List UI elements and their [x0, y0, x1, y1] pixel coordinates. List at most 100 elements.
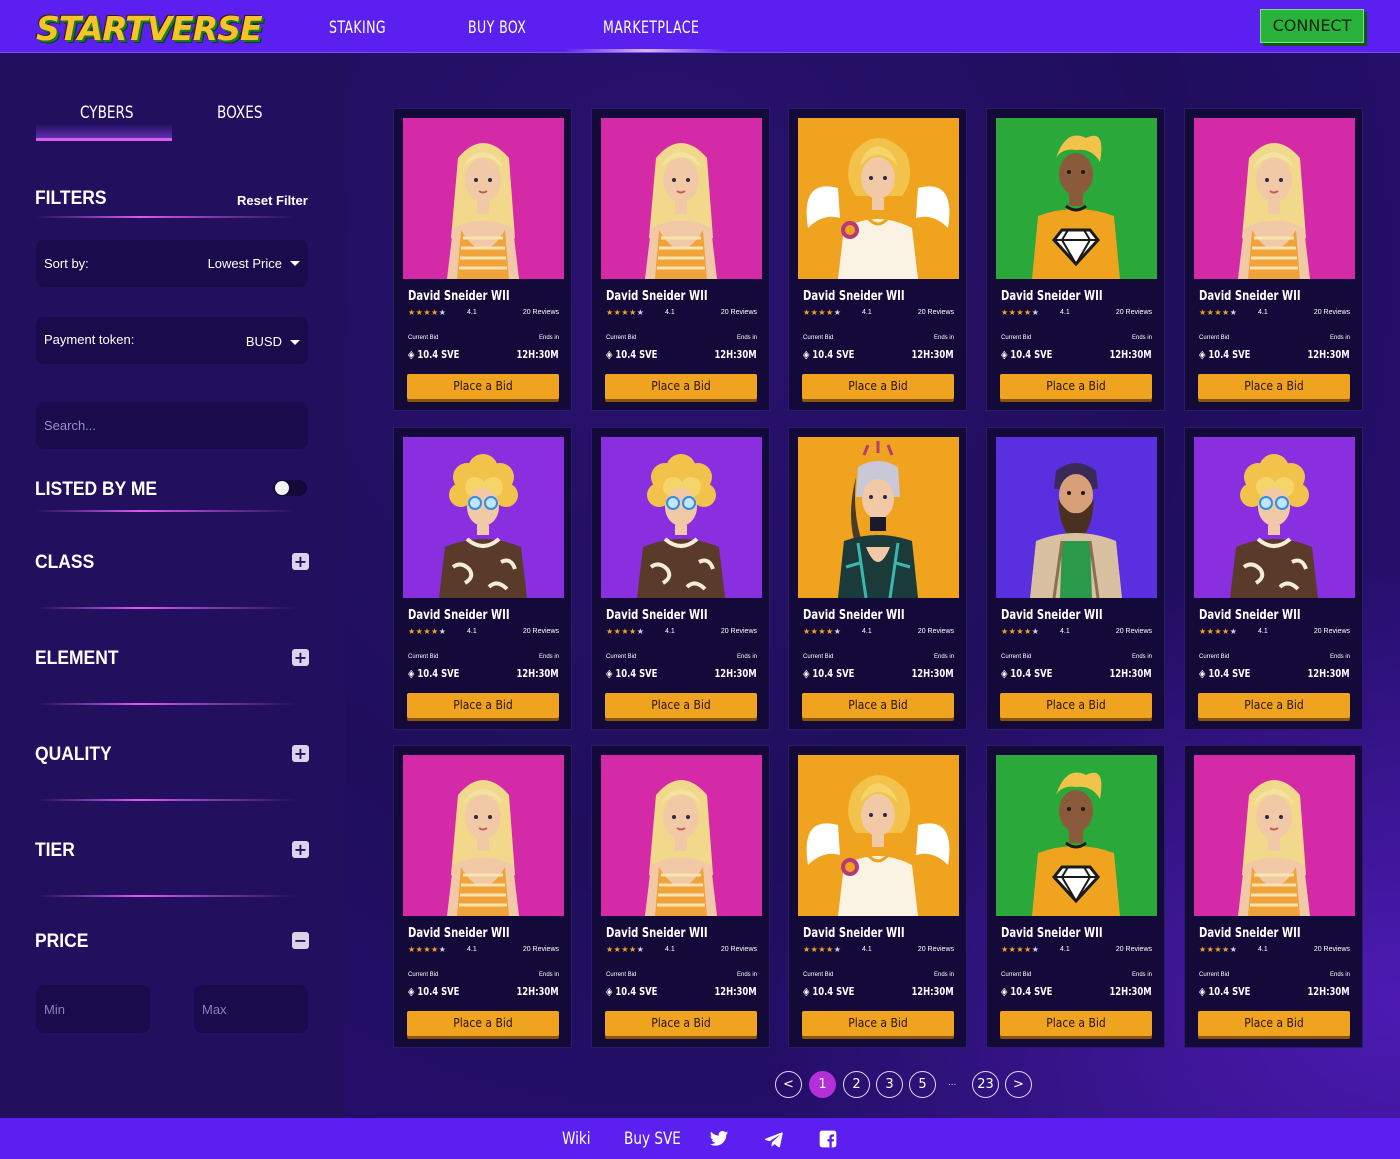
place-bid-button[interactable]: Place a Bid — [1000, 1011, 1152, 1036]
price-min-input[interactable] — [36, 985, 150, 1033]
character-portrait-image[interactable] — [1194, 118, 1355, 279]
nft-card[interactable]: David Sneider WII ★★★★★ 4.1 20 Reviews C… — [986, 427, 1165, 730]
nft-card[interactable]: David Sneider WII ★★★★★ 4.1 20 Reviews C… — [788, 745, 967, 1048]
payment-token-select[interactable]: Payment token: BUSD — [36, 317, 308, 364]
nft-card[interactable]: David Sneider WII ★★★★★ 4.1 20 Reviews C… — [393, 108, 572, 411]
element-expand-plus-icon[interactable]: + — [292, 649, 309, 666]
place-bid-button[interactable]: Place a Bid — [407, 1011, 559, 1036]
nav-marketplace[interactable]: MARKETPLACE — [603, 18, 699, 38]
page-5-button[interactable]: 5 — [909, 1071, 936, 1098]
card-rating: 4.1 — [1258, 309, 1268, 316]
nft-card[interactable]: David Sneider WII ★★★★★ 4.1 20 Reviews C… — [1184, 427, 1363, 730]
tier-filter-title[interactable]: TIER — [35, 840, 75, 862]
place-bid-button[interactable]: Place a Bid — [407, 693, 559, 718]
price-max-input[interactable] — [194, 985, 308, 1033]
twitter-icon[interactable] — [709, 1129, 729, 1149]
telegram-icon[interactable] — [764, 1129, 784, 1149]
current-bid-label: Current Bid — [803, 335, 834, 341]
startverse-logo[interactable]: STARTVERSE — [36, 9, 262, 48]
place-bid-button[interactable]: Place a Bid — [1000, 374, 1152, 399]
card-name: David Sneider WII — [1001, 926, 1103, 941]
character-portrait-image[interactable] — [403, 437, 564, 598]
place-bid-button[interactable]: Place a Bid — [407, 374, 559, 399]
reset-filter-button[interactable]: Reset Filter — [237, 193, 308, 208]
page-1-button[interactable]: 1 — [809, 1071, 836, 1098]
nft-card[interactable]: David Sneider WII ★★★★★ 4.1 20 Reviews C… — [1184, 108, 1363, 411]
search-input[interactable] — [36, 402, 308, 449]
place-bid-button[interactable]: Place a Bid — [1198, 1011, 1350, 1036]
card-reviews: 20 Reviews — [917, 628, 954, 635]
class-filter-title[interactable]: CLASS — [35, 552, 94, 574]
card-price: ◈ 10.4 SVE — [408, 985, 459, 998]
character-portrait-image[interactable] — [601, 437, 762, 598]
place-bid-button[interactable]: Place a Bid — [1000, 693, 1152, 718]
rating-stars-icon: ★★★★★ — [1199, 308, 1238, 317]
facebook-icon[interactable] — [818, 1129, 838, 1149]
card-price: ◈ 10.4 SVE — [1001, 348, 1052, 361]
connect-button[interactable]: CONNECT — [1260, 9, 1364, 43]
place-bid-button[interactable]: Place a Bid — [802, 374, 954, 399]
tab-boxes[interactable]: BOXES — [217, 103, 262, 123]
sve-token-icon: ◈ — [606, 667, 616, 680]
ends-in-label: Ends in — [1329, 654, 1350, 660]
nft-card[interactable]: David Sneider WII ★★★★★ 4.1 20 Reviews C… — [591, 108, 770, 411]
card-price-value: 10.4 SVE — [1010, 348, 1053, 361]
nav-buy-box[interactable]: BUY BOX — [468, 18, 526, 38]
quality-filter-title[interactable]: QUALITY — [35, 744, 112, 766]
card-price: ◈ 10.4 SVE — [1001, 667, 1052, 680]
place-bid-button[interactable]: Place a Bid — [1198, 693, 1350, 718]
character-portrait-image[interactable] — [1194, 437, 1355, 598]
tab-cybers[interactable]: CYBERS — [80, 103, 134, 123]
character-portrait-image[interactable] — [996, 437, 1157, 598]
nav-staking[interactable]: STAKING — [329, 18, 386, 38]
card-time-remaining: 12H:30M — [1307, 667, 1350, 680]
page-23-button[interactable]: 23 — [972, 1071, 999, 1098]
page-2-button[interactable]: 2 — [843, 1071, 870, 1098]
place-bid-button[interactable]: Place a Bid — [605, 374, 757, 399]
card-price-value: 10.4 SVE — [417, 348, 460, 361]
nft-card[interactable]: David Sneider WII ★★★★★ 4.1 20 Reviews C… — [788, 108, 967, 411]
nft-card[interactable]: David Sneider WII ★★★★★ 4.1 20 Reviews C… — [1184, 745, 1363, 1048]
element-filter-title[interactable]: ELEMENT — [35, 648, 119, 670]
character-portrait-image[interactable] — [996, 755, 1157, 916]
place-bid-button[interactable]: Place a Bid — [605, 1011, 757, 1036]
nft-card[interactable]: David Sneider WII ★★★★★ 4.1 20 Reviews C… — [788, 427, 967, 730]
ends-in-label: Ends in — [1329, 972, 1350, 978]
nft-card[interactable]: David Sneider WII ★★★★★ 4.1 20 Reviews C… — [393, 745, 572, 1048]
price-collapse-minus-icon[interactable]: − — [292, 932, 309, 949]
nft-card[interactable]: David Sneider WII ★★★★★ 4.1 20 Reviews C… — [986, 745, 1165, 1048]
sort-by-select[interactable]: Sort by: Lowest Price — [36, 240, 308, 287]
character-portrait-image[interactable] — [798, 118, 959, 279]
listed-by-me-toggle[interactable] — [273, 480, 307, 496]
character-portrait-image[interactable] — [1194, 755, 1355, 916]
character-portrait-image[interactable] — [601, 755, 762, 916]
footer-buy-sve-link[interactable]: Buy SVE — [624, 1129, 681, 1149]
quality-expand-plus-icon[interactable]: + — [292, 745, 309, 762]
page-3-button[interactable]: 3 — [876, 1071, 903, 1098]
character-portrait-image[interactable] — [403, 755, 564, 916]
character-portrait-image[interactable] — [996, 118, 1157, 279]
character-portrait-image[interactable] — [601, 118, 762, 279]
page-prev-button[interactable]: < — [775, 1071, 802, 1098]
place-bid-button[interactable]: Place a Bid — [1198, 374, 1350, 399]
nft-card[interactable]: David Sneider WII ★★★★★ 4.1 20 Reviews C… — [591, 745, 770, 1048]
place-bid-button[interactable]: Place a Bid — [605, 693, 757, 718]
place-bid-button[interactable]: Place a Bid — [802, 693, 954, 718]
place-bid-button[interactable]: Place a Bid — [802, 1011, 954, 1036]
card-rating: 4.1 — [665, 946, 675, 953]
sve-token-icon: ◈ — [1199, 348, 1209, 361]
nft-card[interactable]: David Sneider WII ★★★★★ 4.1 20 Reviews C… — [393, 427, 572, 730]
tier-expand-plus-icon[interactable]: + — [292, 841, 309, 858]
page-next-button[interactable]: > — [1005, 1071, 1032, 1098]
footer-wiki-link[interactable]: Wiki — [562, 1129, 591, 1149]
ends-in-label: Ends in — [538, 654, 559, 660]
character-portrait-image[interactable] — [403, 118, 564, 279]
ends-in-label: Ends in — [736, 654, 757, 660]
nft-card[interactable]: David Sneider WII ★★★★★ 4.1 20 Reviews C… — [986, 108, 1165, 411]
card-rating: 4.1 — [1060, 946, 1070, 953]
price-filter-title[interactable]: PRICE — [35, 931, 88, 953]
class-expand-plus-icon[interactable]: + — [292, 553, 309, 570]
nft-card[interactable]: David Sneider WII ★★★★★ 4.1 20 Reviews C… — [591, 427, 770, 730]
character-portrait-image[interactable] — [798, 755, 959, 916]
character-portrait-image[interactable] — [798, 437, 959, 598]
